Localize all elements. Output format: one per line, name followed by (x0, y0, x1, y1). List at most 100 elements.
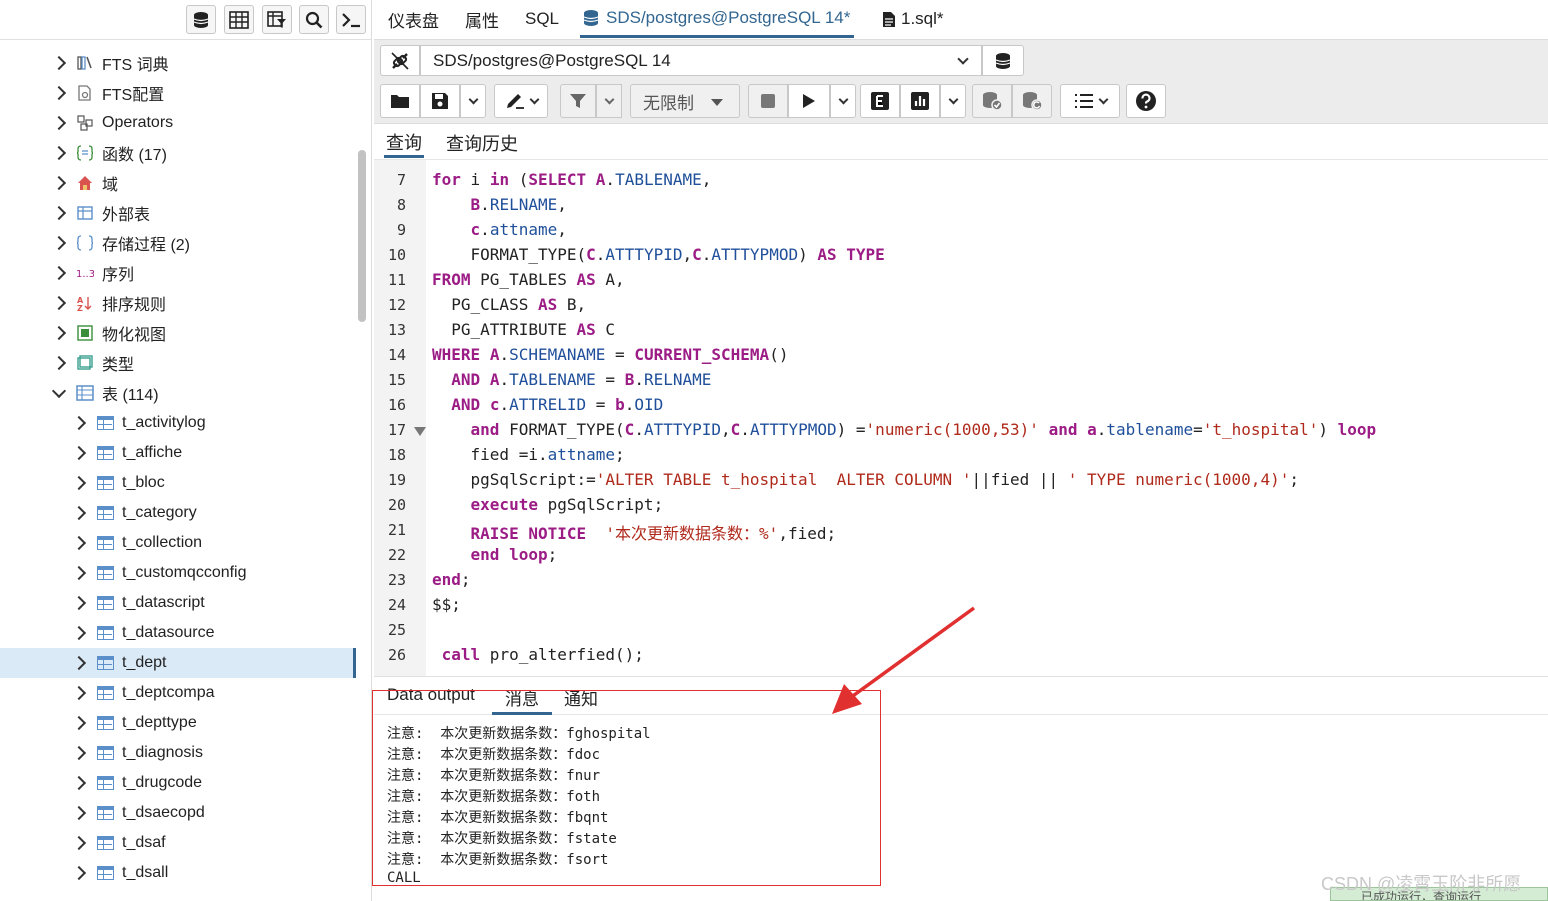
tab-dashboard[interactable]: 仪表盘 (388, 0, 439, 38)
chevron-right-icon[interactable] (51, 85, 67, 101)
chevron-right-icon[interactable] (51, 175, 67, 191)
chevron-right-icon[interactable] (51, 235, 67, 251)
chevron-right-icon[interactable] (71, 565, 87, 581)
tree-item-node-4[interactable]: 域 (0, 168, 356, 198)
tree-item-FTS[interactable]: FTS配置 (0, 78, 356, 108)
chevron-right-icon[interactable] (51, 325, 67, 341)
stop-button[interactable] (748, 84, 788, 118)
tree-item-t_deptcompa[interactable]: t_deptcompa (0, 678, 356, 708)
rollback-button[interactable] (1012, 84, 1052, 118)
chevron-right-icon[interactable] (71, 475, 87, 491)
row-limit-select[interactable]: 无限制 (630, 84, 740, 118)
sql-editor[interactable]: 7 8 9 10 11 12 13 14 15 16 17 18 19 20 21 22 23 24 25 26 fo… (374, 160, 1548, 676)
tree-item-t_dsaf[interactable]: t_dsaf (0, 828, 356, 858)
tree-item-t_dsall[interactable]: t_dsall (0, 858, 356, 888)
tree-item-t_depttype[interactable]: t_depttype (0, 708, 356, 738)
tree-item-node-10[interactable]: 类型 (0, 348, 356, 378)
filter-button[interactable] (560, 84, 596, 118)
tree-item-t_drugcode[interactable]: t_drugcode (0, 768, 356, 798)
connection-status-icon[interactable] (380, 45, 420, 76)
chevron-right-icon[interactable] (51, 265, 67, 281)
macros-button[interactable] (1060, 84, 1120, 118)
tree-item-FTS[interactable]: FTS 词典 (0, 48, 356, 78)
explain-button[interactable] (860, 84, 900, 118)
tab-sql-file[interactable]: 1.sql* (882, 0, 944, 38)
chevron-right-icon[interactable] (51, 115, 67, 131)
tree-item-t_activitylog[interactable]: t_activitylog (0, 408, 356, 438)
tree-item-2[interactable]: 存储过程 (2) (0, 228, 356, 258)
line-number: 12 (387, 296, 406, 314)
chevron-right-icon[interactable] (71, 595, 87, 611)
execute-button[interactable] (788, 84, 830, 118)
tree-item-t_collection[interactable]: t_collection (0, 528, 356, 558)
chevron-right-icon[interactable] (71, 715, 87, 731)
new-connection-button[interactable] (982, 45, 1024, 76)
terminal-icon[interactable] (336, 5, 366, 34)
chevron-right-icon[interactable] (71, 865, 87, 881)
open-file-button[interactable] (380, 84, 420, 118)
fts-config-icon (76, 84, 94, 102)
tree-item-t_customqcconfig[interactable]: t_customqcconfig (0, 558, 356, 588)
tree-item-t_datasource[interactable]: t_datasource (0, 618, 356, 648)
tree-item-label: 外部表 (102, 207, 151, 224)
chevron-right-icon[interactable] (51, 295, 67, 311)
save-dropdown-button[interactable] (460, 84, 486, 118)
tree-item-node-5[interactable]: 外部表 (0, 198, 356, 228)
chevron-right-icon[interactable] (71, 655, 87, 671)
save-button[interactable] (420, 84, 460, 118)
tree-item-t_dept[interactable]: t_dept (0, 648, 356, 678)
chevron-right-icon[interactable] (51, 55, 67, 71)
chevron-right-icon[interactable] (71, 835, 87, 851)
tree-item-t_diagnosis[interactable]: t_diagnosis (0, 738, 356, 768)
chevron-right-icon[interactable] (71, 535, 87, 551)
chevron-right-icon[interactable] (71, 505, 87, 521)
tree-item-t_bloc[interactable]: t_bloc (0, 468, 356, 498)
filter-dropdown-button[interactable] (596, 84, 622, 118)
table-grid-icon[interactable] (224, 5, 254, 34)
tab-query-history[interactable]: 查询历史 (446, 128, 518, 158)
filter-table-icon[interactable] (262, 5, 292, 34)
commit-button[interactable] (972, 84, 1012, 118)
chevron-right-icon[interactable] (71, 445, 87, 461)
tree-item-17[interactable]: 函数 (17) (0, 138, 356, 168)
tree-item-Operators[interactable]: Operators (0, 108, 356, 138)
chevron-right-icon[interactable] (71, 745, 87, 761)
connection-select[interactable]: SDS/postgres@PostgreSQL 14 (420, 45, 982, 76)
chevron-right-icon[interactable] (51, 145, 67, 161)
tree-item-114[interactable]: 表 (114) (0, 378, 356, 408)
tab-query-tool[interactable]: SDS/postgres@PostgreSQL 14* (580, 0, 855, 38)
chevron-right-icon[interactable] (71, 775, 87, 791)
chevron-right-icon[interactable] (71, 805, 87, 821)
database-icon[interactable] (186, 5, 216, 34)
tab-sql[interactable]: SQL (525, 0, 559, 38)
chevron-down-icon[interactable] (51, 383, 67, 399)
tab-label: SDS/postgres@PostgreSQL 14* (606, 7, 851, 27)
chevron-right-icon[interactable] (71, 685, 87, 701)
chevron-right-icon[interactable] (51, 355, 67, 371)
tree-item-node-9[interactable]: 物化视图 (0, 318, 356, 348)
tree-item-label: t_dsall (122, 864, 169, 881)
tree-item-label: Operators (102, 114, 174, 131)
edit-button[interactable] (494, 84, 548, 118)
tab-properties[interactable]: 属性 (465, 0, 499, 38)
tree-item-node-7[interactable]: 1..3 序列 (0, 258, 356, 288)
line-number: 26 (387, 646, 406, 664)
tree-item-t_dsaecopd[interactable]: t_dsaecopd (0, 798, 356, 828)
explain-dropdown-button[interactable] (940, 84, 966, 118)
search-icon[interactable] (299, 5, 329, 34)
execute-dropdown-button[interactable] (830, 84, 856, 118)
tree-item-node-8[interactable]: A Z 排序规则 (0, 288, 356, 318)
chevron-right-icon[interactable] (51, 205, 67, 221)
tree-item-t_affiche[interactable]: t_affiche (0, 438, 356, 468)
query-database-icon (583, 9, 599, 26)
tree-scrollbar[interactable] (358, 150, 366, 322)
tree-item-t_category[interactable]: t_category (0, 498, 356, 528)
chevron-right-icon[interactable] (71, 625, 87, 641)
table-icon (96, 594, 114, 612)
tab-query[interactable]: 查询 (384, 128, 424, 158)
fold-arrow-icon[interactable] (414, 427, 426, 436)
help-button[interactable] (1126, 84, 1166, 118)
tree-item-t_datascript[interactable]: t_datascript (0, 588, 356, 618)
explain-analyze-button[interactable] (900, 84, 940, 118)
chevron-right-icon[interactable] (71, 415, 87, 431)
